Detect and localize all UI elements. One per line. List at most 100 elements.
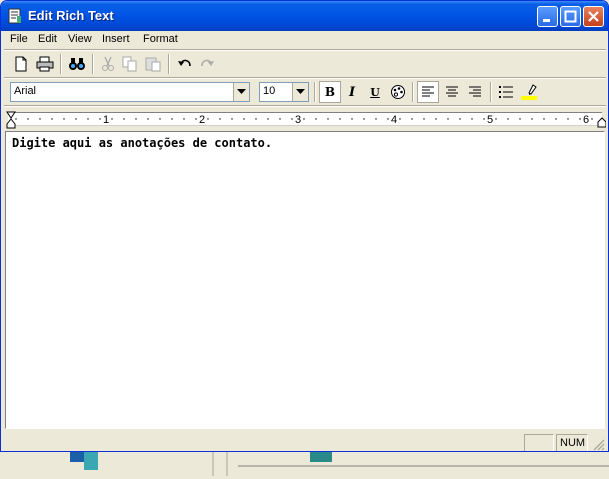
print-icon — [36, 56, 54, 72]
ruler-tick — [423, 118, 425, 120]
ruler-tick — [111, 118, 113, 120]
underline-button[interactable]: U — [364, 81, 386, 103]
font-name-value: Arial — [14, 85, 37, 97]
format-toolbar: Arial 10 B I U — [4, 79, 606, 105]
undo-button[interactable] — [174, 53, 196, 75]
ruler[interactable]: 1 2 3 4 5 6 — [4, 109, 606, 129]
paste-icon — [145, 57, 161, 72]
ruler-tick — [363, 118, 365, 120]
menu-edit[interactable]: Edit — [38, 33, 57, 45]
menu-view[interactable]: View — [68, 33, 92, 45]
maximize-icon — [564, 10, 577, 23]
close-button[interactable] — [583, 6, 604, 27]
ruler-tick — [291, 118, 293, 120]
ruler-tick — [495, 118, 497, 120]
menu-bar: File Edit View Insert Format — [4, 31, 606, 49]
right-indent-marker — [597, 117, 606, 128]
bold-icon: B — [324, 85, 336, 99]
minimize-icon — [543, 19, 550, 22]
minimize-button[interactable] — [537, 6, 558, 27]
font-name-dropdown-button[interactable] — [233, 83, 249, 101]
align-left-button[interactable] — [417, 81, 439, 103]
ruler-tick — [219, 118, 221, 120]
palette-icon — [391, 85, 405, 99]
ruler-tick — [447, 118, 449, 120]
ruler-tick — [591, 118, 593, 120]
bullets-button[interactable] — [495, 81, 517, 103]
ruler-tick — [195, 118, 197, 120]
ruler-tick — [471, 118, 473, 120]
redo-button[interactable] — [196, 53, 218, 75]
chevron-down-icon — [237, 89, 246, 94]
highlight-button[interactable] — [518, 81, 540, 103]
copy-button[interactable] — [119, 53, 141, 75]
ruler-label-5: 5 — [487, 114, 493, 126]
ruler-divider — [4, 105, 606, 107]
font-size-dropdown-button[interactable] — [292, 83, 308, 101]
ruler-tick — [411, 118, 413, 120]
ruler-tick — [75, 118, 77, 120]
toolbar-separator — [314, 82, 316, 102]
toolbar-separator — [412, 82, 414, 102]
ruler-tick — [207, 118, 209, 120]
ruler-tick — [123, 118, 125, 120]
ruler-tick — [435, 118, 437, 120]
chevron-down-icon — [296, 89, 305, 94]
window-title: Edit Rich Text — [28, 8, 114, 23]
find-icon — [69, 58, 85, 70]
paste-button[interactable] — [142, 53, 164, 75]
maximize-button[interactable] — [560, 6, 581, 27]
font-color-button[interactable] — [387, 81, 409, 103]
rich-text-editor[interactable]: Digite aqui as anotações de contato. — [5, 131, 605, 429]
font-size-value: 10 — [263, 85, 276, 97]
ruler-label-1: 1 — [103, 114, 109, 126]
background-window-content — [70, 452, 609, 476]
menu-insert[interactable]: Insert — [102, 33, 130, 45]
ruler-tick — [39, 118, 41, 120]
ruler-tick — [315, 118, 317, 120]
status-panel-caps — [524, 434, 554, 451]
copy-icon — [122, 56, 137, 72]
bold-button[interactable]: B — [319, 81, 341, 103]
align-right-icon — [469, 86, 481, 97]
menu-file[interactable]: File — [10, 33, 28, 45]
align-center-button[interactable] — [441, 81, 463, 103]
ruler-tick — [51, 118, 53, 120]
ruler-tick — [99, 118, 101, 120]
toolbar-separator — [168, 54, 170, 74]
new-button[interactable] — [10, 53, 32, 75]
ruler-tick — [267, 118, 269, 120]
ruler-tick — [507, 118, 509, 120]
status-bar: NUM — [4, 432, 606, 451]
ruler-tick — [159, 118, 161, 120]
highlighter-icon — [521, 84, 537, 100]
ruler-tick — [531, 118, 533, 120]
align-left-icon — [422, 86, 434, 97]
ruler-tick — [567, 118, 569, 120]
editor-content[interactable]: Digite aqui as anotações de contato. — [12, 136, 272, 150]
italic-button[interactable]: I — [341, 81, 363, 103]
print-button[interactable] — [34, 53, 56, 75]
font-size-combo[interactable]: 10 — [259, 82, 309, 102]
ruler-tick — [339, 118, 341, 120]
ruler-tick — [519, 118, 521, 120]
ruler-tick — [459, 118, 461, 120]
font-name-combo[interactable]: Arial — [10, 82, 250, 102]
ruler-tick — [555, 118, 557, 120]
align-right-button[interactable] — [464, 81, 486, 103]
resize-grip-icon[interactable] — [593, 439, 605, 451]
cut-button[interactable] — [97, 53, 119, 75]
find-button[interactable] — [66, 53, 88, 75]
menu-format[interactable]: Format — [143, 33, 178, 45]
new-document-icon — [15, 56, 27, 72]
ruler-tick — [87, 118, 89, 120]
title-bar[interactable]: Edit Rich Text — [1, 1, 608, 31]
undo-icon — [178, 59, 191, 67]
edit-rich-text-window: Edit Rich Text File Edit View Insert For… — [0, 0, 609, 452]
ruler-tick — [279, 118, 281, 120]
underline-icon: U — [370, 85, 380, 99]
ruler-tick — [183, 118, 185, 120]
ruler-tick — [147, 118, 149, 120]
document-edit-icon — [8, 8, 21, 24]
toolbar-separator — [92, 54, 94, 74]
